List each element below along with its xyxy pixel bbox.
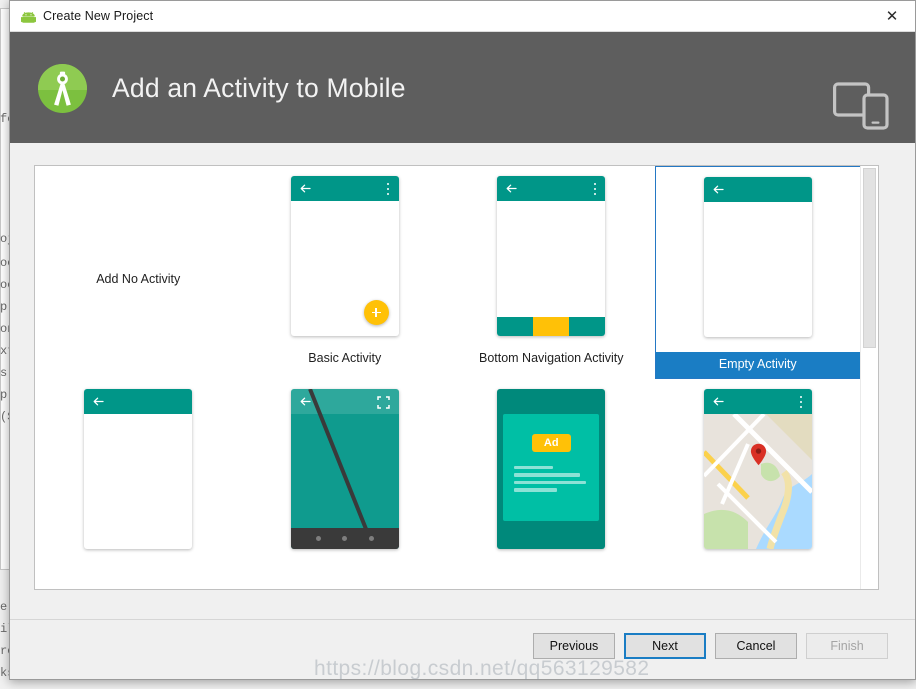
back-arrow-icon	[712, 183, 725, 196]
wizard-button-row: Previous Next Cancel Finish	[533, 633, 888, 659]
placeholder-text-lines	[513, 466, 589, 496]
app-bar	[290, 176, 399, 201]
map-pin-icon	[750, 443, 767, 466]
map-surface	[703, 414, 812, 549]
template-label: Bottom Navigation Activity	[478, 351, 624, 365]
template-label: Basic Activity	[308, 351, 382, 365]
template-thumbnail	[290, 176, 399, 336]
previous-button[interactable]: Previous	[533, 633, 615, 659]
app-bar	[84, 389, 193, 414]
empty-activity-thumbnail	[703, 177, 812, 337]
scrollbar-thumb[interactable]	[863, 168, 876, 348]
ad-badge: Ad	[531, 434, 571, 452]
template-thumbnail	[703, 389, 812, 549]
android-studio-logo-icon	[34, 60, 91, 117]
ad-card: Ad	[503, 414, 600, 521]
basic-activity-thumbnail	[290, 176, 399, 336]
back-arrow-icon	[299, 182, 312, 195]
back-arrow-icon	[505, 182, 518, 195]
wizard-footer: Previous Next Cancel Finish	[10, 619, 915, 679]
back-arrow-icon	[712, 395, 725, 408]
fullscreen-activity-thumbnail	[290, 389, 399, 549]
dialog-titlebar: Create New Project ✕	[10, 1, 915, 32]
template-card-row2-1[interactable]	[35, 379, 242, 589]
template-label	[655, 561, 862, 567]
template-label	[35, 561, 242, 567]
floating-action-button-icon	[363, 300, 389, 325]
admob-activity-thumbnail: Ad	[497, 389, 606, 549]
ide-text-fragment: p	[0, 300, 8, 314]
template-card-basic-activity[interactable]: Basic Activity	[242, 166, 449, 379]
app-bar	[703, 389, 812, 414]
bottom-navigation-thumbnail	[497, 176, 606, 336]
template-label	[242, 561, 449, 567]
template-card-google-maps-activity[interactable]	[655, 379, 862, 589]
ide-text-fragment: s	[0, 366, 8, 380]
template-card-empty-activity[interactable]: Empty Activity	[654, 166, 861, 379]
template-thumbnail	[84, 389, 193, 549]
template-card-fullscreen-activity[interactable]	[242, 379, 449, 589]
overflow-menu-icon	[593, 183, 596, 195]
template-thumbnail	[497, 176, 606, 336]
next-button[interactable]: Next	[624, 633, 706, 659]
wizard-body: Add No Activity Basic Activity Bottom Na…	[10, 143, 915, 620]
back-arrow-icon	[92, 395, 105, 408]
close-icon[interactable]: ✕	[869, 1, 915, 31]
gallery-scrollbar[interactable]	[860, 166, 878, 589]
overflow-menu-icon	[800, 396, 803, 408]
page-title: Add an Activity to Mobile	[112, 72, 406, 103]
cancel-button[interactable]: Cancel	[715, 633, 797, 659]
wizard-header: Add an Activity to Mobile	[10, 32, 915, 144]
app-bar	[703, 177, 812, 202]
plain-activity-thumbnail	[84, 389, 193, 549]
tablet-and-phone-icon	[833, 82, 893, 130]
app-bar	[497, 176, 606, 201]
template-card-bottom-navigation-activity[interactable]: Bottom Navigation Activity	[448, 166, 655, 379]
maps-activity-thumbnail	[703, 389, 812, 549]
overflow-menu-icon	[387, 183, 390, 195]
ide-text-fragment: e	[0, 600, 8, 614]
dialog-title: Create New Project	[43, 9, 154, 23]
diagonal-line-decoration	[307, 389, 376, 549]
bottom-navigation-bar	[497, 317, 606, 336]
template-thumbnail: Ad	[497, 389, 606, 549]
activity-template-gallery[interactable]: Add No Activity Basic Activity Bottom Na…	[34, 165, 879, 590]
system-navigation-bar	[290, 528, 399, 549]
template-card-add-no-activity[interactable]: Add No Activity	[35, 166, 242, 379]
template-thumbnail	[290, 389, 399, 549]
fullscreen-expand-icon	[377, 396, 390, 409]
ide-text-fragment: p	[0, 388, 8, 402]
template-label: Empty Activity	[655, 352, 860, 378]
finish-button: Finish	[806, 633, 888, 659]
android-robot-icon	[21, 9, 36, 24]
create-new-project-dialog: Create New Project ✕ Add an Activity to	[9, 0, 916, 680]
template-card-admob-ads-activity[interactable]: Ad	[448, 379, 655, 589]
template-thumbnail	[703, 177, 812, 337]
template-label: Add No Activity	[96, 272, 181, 286]
template-grid: Add No Activity Basic Activity Bottom Na…	[35, 166, 861, 589]
template-label	[448, 561, 655, 567]
